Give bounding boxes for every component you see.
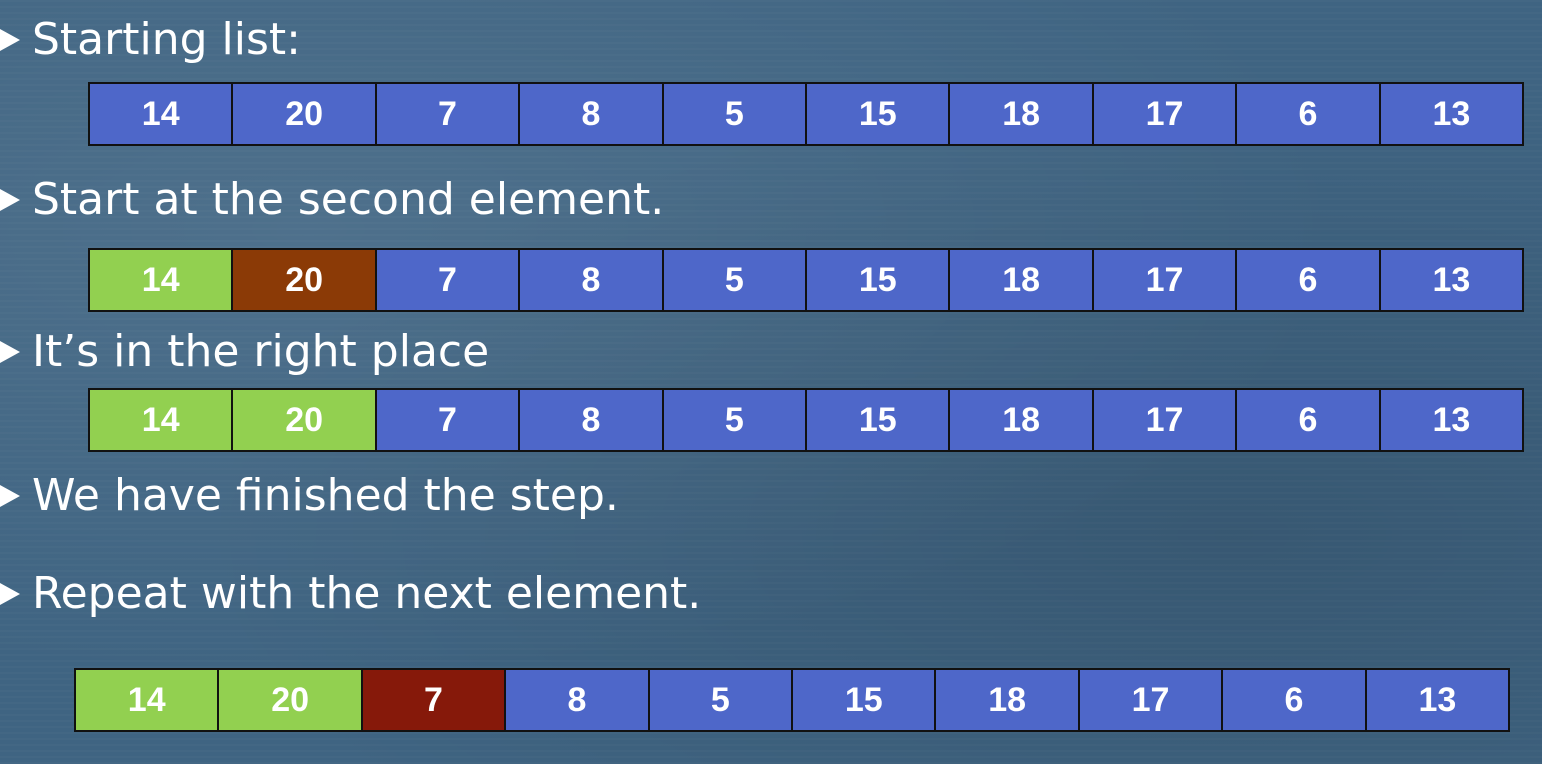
array-cell: 17 [1093, 390, 1238, 450]
array-cell: 13 [1380, 390, 1523, 450]
array-cell: 20 [233, 84, 377, 144]
array-cell: 18 [936, 670, 1080, 730]
bullet-text: We have finished the step. [32, 470, 619, 521]
bullet-text: Start at the second element. [32, 174, 665, 225]
array-cell: 15 [807, 390, 951, 450]
bullet-repeat-next: Repeat with the next element. [0, 572, 701, 616]
array-cell: 5 [663, 84, 808, 144]
array-cell: 14 [90, 390, 234, 450]
array-cell: 6 [1237, 84, 1381, 144]
bullet-text: Starting list: [32, 14, 301, 65]
array-cell: 5 [663, 250, 808, 310]
array-cell: 8 [506, 670, 650, 730]
array-cell: 6 [1237, 250, 1381, 310]
triangle-bullet-icon [0, 189, 20, 211]
array-cell: 7 [362, 670, 507, 730]
triangle-bullet-icon [0, 583, 20, 605]
array-cell: 6 [1223, 670, 1367, 730]
bullet-starting-list: Starting list: [0, 18, 301, 62]
bullet-finished-step: We have finished the step. [0, 474, 619, 518]
array-cell: 14 [90, 250, 234, 310]
array-cell: 8 [520, 390, 664, 450]
array-cell: 7 [376, 84, 521, 144]
array-cell: 15 [793, 670, 937, 730]
array-cell: 13 [1380, 84, 1523, 144]
array-cell: 8 [520, 250, 664, 310]
array-cell: 15 [807, 250, 951, 310]
array-cell: 13 [1366, 670, 1509, 730]
array-cell: 14 [90, 84, 234, 144]
array-row-4: 14 20 7 8 5 15 18 17 6 13 [74, 668, 1510, 732]
bullet-text: Repeat with the next element. [32, 568, 702, 619]
bullet-start-second: Start at the second element. [0, 178, 664, 222]
bullet-text: It’s in the right place [32, 326, 490, 377]
triangle-bullet-icon [0, 29, 20, 51]
array-cell: 20 [219, 670, 363, 730]
array-cell: 7 [376, 390, 521, 450]
array-row-3: 14 20 7 8 5 15 18 17 6 13 [88, 388, 1524, 452]
array-cell: 6 [1237, 390, 1381, 450]
array-cell: 17 [1079, 670, 1224, 730]
array-row-2: 14 20 7 8 5 15 18 17 6 13 [88, 248, 1524, 312]
array-cell: 14 [76, 670, 220, 730]
array-cell: 18 [950, 390, 1094, 450]
array-cell: 7 [376, 250, 521, 310]
triangle-bullet-icon [0, 341, 20, 363]
array-cell: 18 [950, 84, 1094, 144]
array-cell: 5 [649, 670, 794, 730]
array-row-1: 14 20 7 8 5 15 18 17 6 13 [88, 82, 1524, 146]
array-cell: 17 [1093, 84, 1238, 144]
array-cell: 20 [233, 390, 377, 450]
array-cell: 8 [520, 84, 664, 144]
triangle-bullet-icon [0, 485, 20, 507]
array-cell: 5 [663, 390, 808, 450]
bullet-right-place: It’s in the right place [0, 330, 489, 374]
array-cell: 20 [233, 250, 377, 310]
array-cell: 17 [1093, 250, 1238, 310]
array-cell: 13 [1380, 250, 1523, 310]
array-cell: 18 [950, 250, 1094, 310]
array-cell: 15 [807, 84, 951, 144]
